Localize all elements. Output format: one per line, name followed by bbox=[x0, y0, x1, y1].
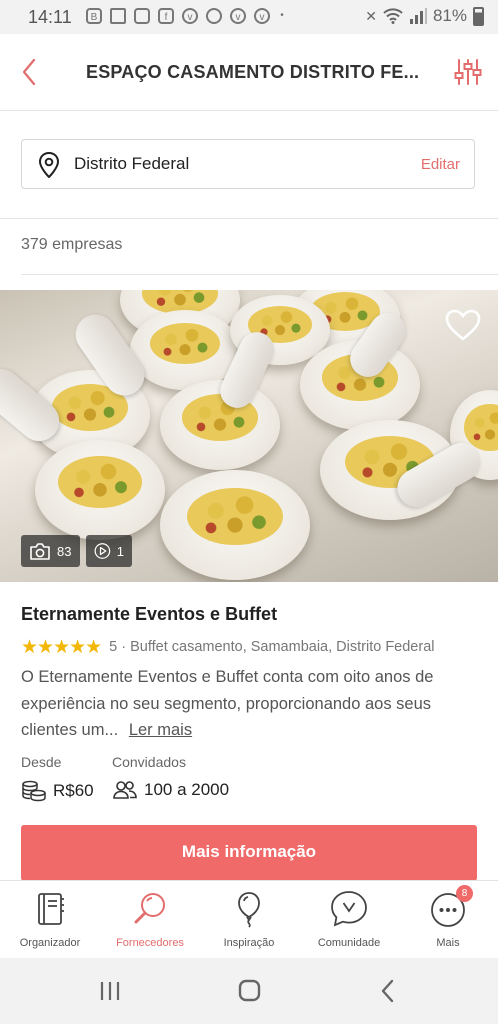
app-icon: v bbox=[230, 8, 246, 24]
edit-location-link[interactable]: Editar bbox=[421, 156, 460, 173]
system-nav-bar bbox=[0, 958, 498, 1024]
video-count-badge[interactable]: 1 bbox=[86, 535, 132, 567]
tab-fornecedores[interactable]: Fornecedores bbox=[100, 881, 200, 959]
food-bowl bbox=[160, 470, 310, 580]
bottom-tab-bar: Organizador Fornecedores Inspiração Comu… bbox=[0, 880, 498, 958]
rating-row: ★★★★★ 5 · Buffet casamento, Samambaia, D… bbox=[21, 636, 434, 658]
app-icon: v bbox=[182, 8, 198, 24]
divider bbox=[21, 274, 498, 275]
system-back-button[interactable] bbox=[368, 976, 408, 1006]
tab-label: Comunidade bbox=[317, 937, 381, 949]
balloon-icon bbox=[238, 892, 260, 928]
tab-label: Fornecedores bbox=[116, 937, 184, 949]
more-info-button[interactable]: Mais informação bbox=[21, 825, 477, 881]
status-bar: 14:11 B f v v v • ✕ 81% bbox=[0, 0, 498, 34]
sliders-icon bbox=[454, 59, 482, 85]
status-right: ✕ 81% bbox=[365, 6, 484, 26]
app-icon bbox=[134, 8, 150, 24]
app-icon: v bbox=[254, 8, 270, 24]
back-arrow-icon bbox=[381, 979, 394, 1003]
favorite-button[interactable] bbox=[444, 308, 482, 342]
page-title: ESPAÇO CASAMENTO DISTRITO FE... bbox=[86, 62, 420, 82]
battery-percent: 81% bbox=[432, 6, 467, 25]
video-count: 1 bbox=[116, 543, 124, 559]
app-header: ESPAÇO CASAMENTO DISTRITO FE... bbox=[0, 34, 498, 111]
tab-label: Organizador bbox=[19, 937, 81, 949]
food-bowl bbox=[35, 440, 165, 540]
results-count: 379 empresas bbox=[21, 236, 123, 253]
price-value: R$60 bbox=[53, 781, 94, 800]
search-icon bbox=[134, 893, 165, 924]
recent-apps-button[interactable] bbox=[90, 976, 130, 1006]
vendor-photo[interactable]: 83 1 bbox=[0, 290, 498, 582]
location-field[interactable]: Distrito Federal Editar bbox=[21, 139, 475, 189]
tab-organizador[interactable]: Organizador bbox=[0, 881, 100, 959]
divider bbox=[0, 218, 498, 219]
read-more-link[interactable]: Ler mais bbox=[129, 721, 192, 739]
tab-label: Mais bbox=[436, 937, 460, 949]
chevron-left-icon bbox=[22, 58, 36, 86]
location-value: Distrito Federal bbox=[74, 154, 190, 173]
vendor-description: O Eternamente Eventos e Buffet conta com… bbox=[21, 664, 471, 744]
camera-icon bbox=[30, 542, 50, 560]
price-label: Desde bbox=[21, 754, 62, 770]
description-text: O Eternamente Eventos e Buffet conta com… bbox=[21, 668, 434, 739]
message-icon bbox=[110, 8, 126, 24]
guests-label: Convidados bbox=[112, 754, 186, 770]
rating-value: 5 bbox=[109, 639, 118, 655]
people-icon bbox=[113, 781, 137, 799]
wifi-icon bbox=[383, 8, 403, 24]
notebook-icon bbox=[38, 893, 64, 925]
back-button[interactable] bbox=[14, 54, 48, 90]
tab-label: Inspiração bbox=[223, 937, 275, 949]
vendor-name[interactable]: Eternamente Eventos e Buffet bbox=[21, 604, 277, 625]
guests: 100 a 2000 bbox=[112, 780, 229, 800]
photo-count: 83 bbox=[57, 543, 72, 559]
home-icon bbox=[238, 979, 261, 1002]
home-button[interactable] bbox=[229, 976, 269, 1006]
messenger-icon bbox=[206, 8, 222, 24]
chat-bubble-icon bbox=[331, 891, 367, 927]
signal-icon bbox=[409, 8, 427, 24]
guests-value: 100 a 2000 bbox=[144, 780, 230, 799]
mute-icon: ✕ bbox=[365, 7, 377, 24]
dot-icon: • bbox=[280, 10, 284, 21]
notification-icon: B bbox=[86, 8, 102, 24]
play-icon bbox=[94, 543, 111, 559]
battery-icon bbox=[473, 6, 484, 26]
notification-icons: B f v v v • bbox=[86, 8, 286, 24]
star-rating: ★★★★★ bbox=[21, 636, 102, 658]
facebook-icon: f bbox=[158, 8, 174, 24]
filter-button[interactable] bbox=[452, 56, 484, 88]
tab-inspiracao[interactable]: Inspiração bbox=[199, 881, 299, 959]
tab-comunidade[interactable]: Comunidade bbox=[299, 881, 399, 959]
tab-mais[interactable]: 8 Mais bbox=[398, 881, 498, 959]
recent-apps-icon bbox=[100, 982, 120, 1000]
status-time: 14:11 bbox=[28, 7, 72, 27]
notification-badge: 8 bbox=[456, 885, 473, 902]
location-pin-icon bbox=[38, 152, 60, 178]
price: R$60 bbox=[21, 780, 94, 802]
heart-icon bbox=[445, 309, 481, 341]
coins-icon bbox=[22, 780, 46, 802]
photo-count-badge[interactable]: 83 bbox=[21, 535, 80, 567]
vendor-meta: · Buffet casamento, Samambaia, Distrito … bbox=[121, 639, 435, 655]
